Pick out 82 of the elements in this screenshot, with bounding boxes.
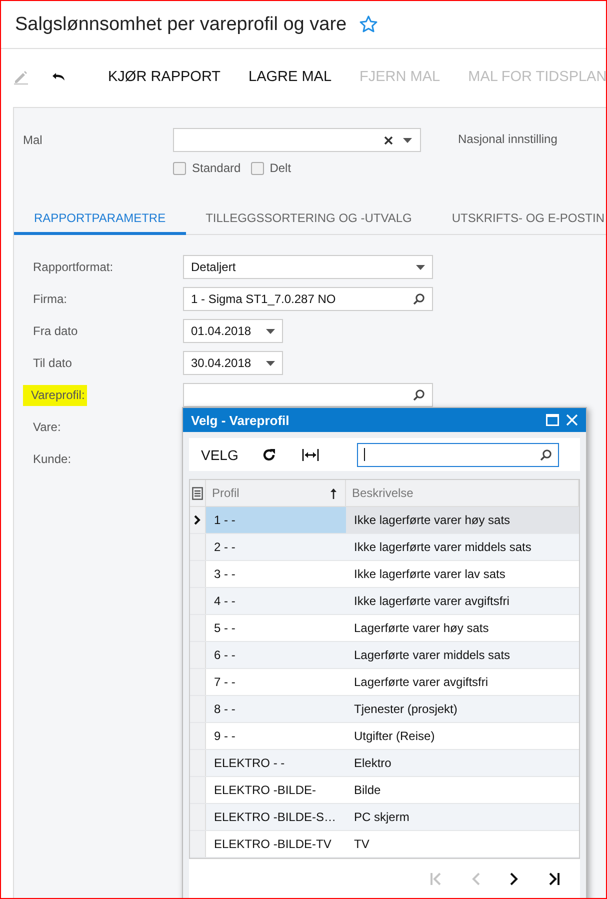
dropdown-field[interactable]: Detaljert xyxy=(183,255,433,279)
search-icon[interactable] xyxy=(540,448,552,460)
search-icon[interactable] xyxy=(413,293,425,305)
table-cell: 9 - - xyxy=(214,729,236,743)
caret-icon xyxy=(266,360,275,366)
table-row[interactable]: 2 - - Ikke lagerførte varer middels sats xyxy=(190,534,579,561)
field-label: Vareprofil: xyxy=(23,385,87,406)
field-label: Kunde: xyxy=(33,452,72,466)
table-row[interactable]: 4 - - Ikke lagerførte varer avgiftsfri xyxy=(190,588,579,615)
toolbar-button[interactable]: KJØR RAPPORT xyxy=(108,63,221,91)
caret-icon xyxy=(266,328,275,334)
field-label: Mal xyxy=(23,132,44,149)
search-field[interactable] xyxy=(357,442,560,466)
field-label: Firma: xyxy=(33,292,67,306)
current-row-icon xyxy=(194,515,201,525)
table-cell: Lagerførte varer høy sats xyxy=(354,621,489,635)
checkbox[interactable] xyxy=(250,162,264,174)
toolbar-button[interactable]: LAGRE MAL xyxy=(248,63,332,91)
caret-icon xyxy=(416,264,425,270)
close-icon[interactable] xyxy=(566,414,578,426)
column-header[interactable]: Profil xyxy=(206,480,346,506)
table-cell: Ikke lagerførte varer avgiftsfri xyxy=(354,594,510,608)
lookup-field[interactable]: 1 - Sigma ST1_7.0.287 NO xyxy=(183,287,433,311)
checkbox[interactable] xyxy=(173,162,186,174)
checkbox-label: Delt xyxy=(270,161,292,175)
table-cell: 3 - - xyxy=(214,567,236,581)
table-row[interactable]: 8 - - Tjenester (prosjekt) xyxy=(190,696,579,723)
table-cell: 5 - - xyxy=(214,621,236,635)
table-row[interactable]: 6 - - Lagerførte varer middels sats xyxy=(190,642,579,669)
first-page-icon xyxy=(430,872,442,886)
select-button[interactable]: VELG xyxy=(201,446,238,462)
table-cell: ELEKTRO -BILDE-S… xyxy=(214,810,336,824)
table-cell: Elektro xyxy=(354,756,392,770)
tab[interactable]: UTSKRIFTS- OG E-POSTIN xyxy=(432,205,606,235)
table-cell: ELEKTRO - - xyxy=(214,756,285,770)
table-cell: PC skjerm xyxy=(354,810,410,824)
table-cell: Lagerførte varer middels sats xyxy=(354,648,510,662)
search-icon[interactable] xyxy=(413,389,425,401)
field-label: Fra dato xyxy=(33,324,78,338)
checkbox-label: Standard xyxy=(192,161,241,175)
column-chooser-icon[interactable] xyxy=(192,486,203,500)
field-label: Til dato xyxy=(33,356,72,370)
table-cell: 7 - - xyxy=(214,675,236,689)
chevron-right-icon xyxy=(510,872,518,886)
maximize-icon[interactable] xyxy=(546,414,559,426)
field-label: Rapportformat: xyxy=(33,260,114,274)
refresh-icon[interactable] xyxy=(262,448,276,462)
table-cell: Lagerførte varer avgiftsfri xyxy=(354,675,488,689)
table-cell: ELEKTRO -BILDE- xyxy=(214,783,316,797)
table-cell: ELEKTRO -BILDE-TV xyxy=(214,837,332,851)
page-title: Salgslønnsomhet per vareprofil og vare xyxy=(15,14,347,36)
dialog-title: Velg - Vareprofil xyxy=(191,412,290,428)
lookup-field[interactable] xyxy=(183,383,433,407)
table-cell: Bilde xyxy=(354,783,381,797)
table-cell: Ikke lagerførte varer høy sats xyxy=(354,513,510,527)
table-row[interactable]: ELEKTRO -BILDE-TV TV xyxy=(190,831,579,858)
table-cell: Utgifter (Reise) xyxy=(354,729,435,743)
table-cell: Ikke lagerførte varer lav sats xyxy=(354,567,506,581)
table-cell: 1 - - xyxy=(214,513,236,527)
table-cell: 4 - - xyxy=(214,594,236,608)
table-cell: 2 - - xyxy=(214,540,236,554)
field-label: Nasjonal innstilling xyxy=(458,131,558,148)
star-icon[interactable] xyxy=(358,15,378,34)
table-cell: 8 - - xyxy=(214,702,236,716)
field-label: Vare: xyxy=(33,420,61,434)
tab[interactable]: TILLEGGSSORTERING OG -UTVALG xyxy=(186,205,432,235)
table-cell: TV xyxy=(354,837,370,851)
caret-icon[interactable] xyxy=(403,138,412,142)
table-row[interactable]: ELEKTRO -BILDE-S… PC skjerm xyxy=(190,804,579,831)
table-cell: Ikke lagerførte varer middels sats xyxy=(354,540,532,554)
clear-icon[interactable] xyxy=(384,136,393,144)
last-page-icon xyxy=(548,872,560,886)
pencil-icon xyxy=(13,69,29,85)
date-field[interactable]: 30.04.2018 xyxy=(183,351,283,375)
fit-columns-icon[interactable] xyxy=(302,448,320,462)
table-row[interactable]: ELEKTRO - - Elektro xyxy=(190,750,579,777)
chevron-left-icon xyxy=(472,872,480,886)
date-field[interactable]: 01.04.2018 xyxy=(183,319,283,343)
tab[interactable]: RAPPORTPARAMETRE xyxy=(14,205,186,235)
table-cell: Tjenester (prosjekt) xyxy=(354,702,458,716)
table-cell: 6 - - xyxy=(214,648,236,662)
column-header[interactable]: Beskrivelse xyxy=(346,480,579,506)
